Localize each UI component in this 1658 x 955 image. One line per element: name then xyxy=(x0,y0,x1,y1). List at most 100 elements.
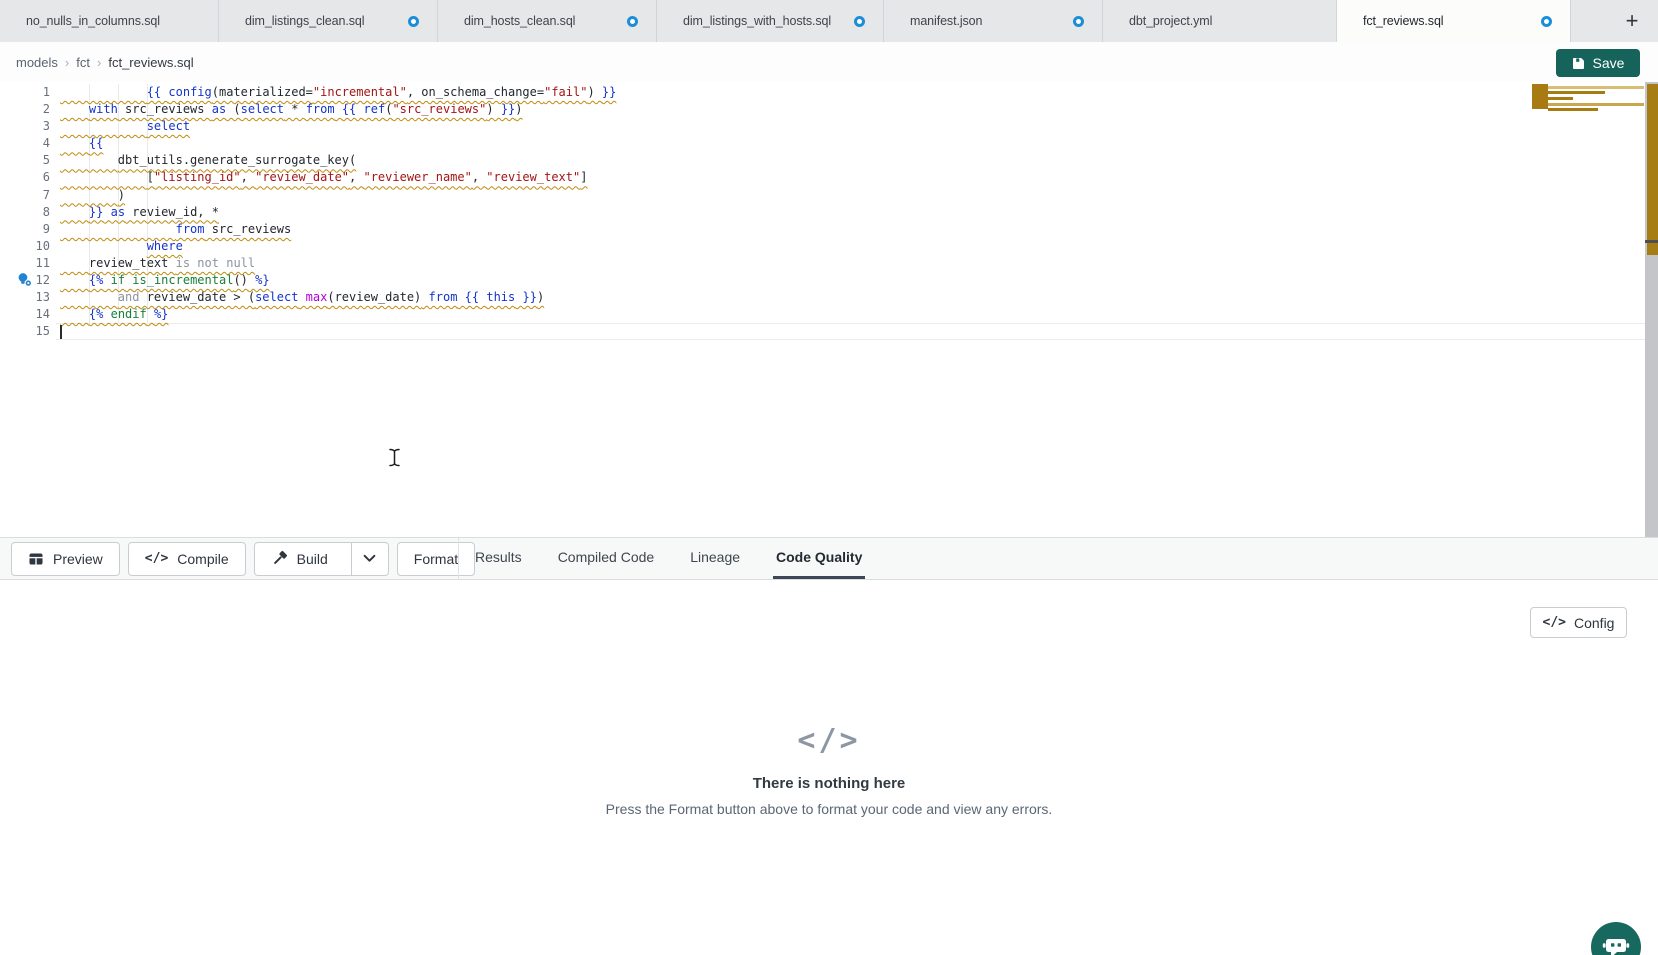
breadcrumb: models › fct › fct_reviews.sql xyxy=(16,55,194,70)
config-label: Config xyxy=(1574,615,1614,631)
code-line-15[interactable] xyxy=(60,323,1578,340)
line-number-gutter: 123456789101112131415 xyxy=(0,84,50,340)
code-line-13[interactable]: and review_date > (select max(review_dat… xyxy=(60,289,1578,306)
results-panel: </> Config </> There is nothing here Pre… xyxy=(0,580,1658,955)
compile-button[interactable]: </> Compile xyxy=(128,542,246,576)
code-line-12[interactable]: {% if is_incremental() %} xyxy=(60,272,1578,289)
tab-no_nulls_in_columns.sql[interactable]: no_nulls_in_columns.sql xyxy=(0,0,219,42)
line-number: 10 xyxy=(0,238,50,255)
new-tab-button[interactable]: + xyxy=(1606,0,1658,42)
tab-lineage[interactable]: Lineage xyxy=(687,538,743,579)
tab-results[interactable]: Results xyxy=(472,538,525,579)
breadcrumb-item[interactable]: models xyxy=(16,55,58,70)
toolbar-divider xyxy=(458,538,459,579)
tab-filename: dbt_project.yml xyxy=(1129,14,1212,28)
tab-dim_listings_with_hosts.sql[interactable]: dim_listings_with_hosts.sql xyxy=(657,0,884,42)
panel-tabs: Results Compiled Code Lineage Code Quality xyxy=(472,538,865,579)
tab-compiled-code[interactable]: Compiled Code xyxy=(555,538,658,579)
empty-state-subtitle: Press the Format button above to format … xyxy=(606,801,1053,817)
code-line-6[interactable]: ["listing_id", "review_date", "reviewer_… xyxy=(60,169,1578,186)
scrollbar-handle-edge xyxy=(1645,240,1658,243)
build-button[interactable]: Build xyxy=(255,543,342,575)
button-label: Compile xyxy=(177,551,228,567)
code-line-text: {% endif %} xyxy=(60,307,168,321)
tab-manifest.json[interactable]: manifest.json xyxy=(884,0,1103,42)
tab-filename: no_nulls_in_columns.sql xyxy=(26,14,160,28)
code-line-text: ) xyxy=(60,188,125,202)
code-line-text: {{ xyxy=(60,136,103,150)
code-content[interactable]: {{ config(materialized="incremental", on… xyxy=(60,84,1578,340)
code-icon: </> xyxy=(145,551,168,566)
code-line-2[interactable]: with src_reviews as (select * from {{ re… xyxy=(60,101,1578,118)
code-line-5[interactable]: dbt_utils.generate_surrogate_key( xyxy=(60,152,1578,169)
tab-filename: fct_reviews.sql xyxy=(1363,14,1443,28)
tab-dbt_project.yml[interactable]: dbt_project.yml xyxy=(1103,0,1337,42)
save-label: Save xyxy=(1593,55,1625,71)
line-number: 7 xyxy=(0,187,50,204)
line-number: 1 xyxy=(0,84,50,101)
robot-icon xyxy=(1602,934,1630,955)
line-number: 8 xyxy=(0,204,50,221)
code-line-text: ["listing_id", "review_date", "reviewer_… xyxy=(60,170,587,184)
code-line-text: {{ config(materialized="incremental", on… xyxy=(60,85,616,99)
unsaved-changes-dot-icon xyxy=(854,16,865,27)
line-number: 11 xyxy=(0,255,50,272)
hammer-icon xyxy=(271,550,288,567)
breadcrumb-separator-icon: › xyxy=(65,55,69,70)
line-number: 15 xyxy=(0,323,50,340)
code-icon: </> xyxy=(1543,615,1566,630)
table-icon xyxy=(28,551,44,567)
line-number: 14 xyxy=(0,306,50,323)
unsaved-changes-dot-icon xyxy=(627,16,638,27)
build-dropdown-button[interactable] xyxy=(351,543,388,575)
text-cursor xyxy=(60,325,62,339)
tab-code-quality[interactable]: Code Quality xyxy=(773,538,865,579)
preview-button[interactable]: Preview xyxy=(11,542,120,576)
code-line-7[interactable]: ) xyxy=(60,187,1578,204)
code-line-10[interactable]: where xyxy=(60,238,1578,255)
code-line-text: }} as review_id, * xyxy=(60,205,219,219)
tab-fct_reviews.sql[interactable]: fct_reviews.sql xyxy=(1337,0,1571,42)
code-line-8[interactable]: }} as review_id, * xyxy=(60,204,1578,221)
line-number: 2 xyxy=(0,101,50,118)
code-line-text: from src_reviews xyxy=(60,222,291,236)
line-number: 3 xyxy=(0,118,50,135)
code-editor[interactable]: 123456789101112131415 {{ config(material… xyxy=(0,82,1658,537)
unsaved-changes-dot-icon xyxy=(1073,16,1084,27)
tab-filename: manifest.json xyxy=(910,14,982,28)
code-line-text: with src_reviews as (select * from {{ re… xyxy=(60,102,523,116)
code-line-text: dbt_utils.generate_surrogate_key( xyxy=(60,153,356,167)
unsaved-changes-dot-icon xyxy=(1541,16,1552,27)
empty-state: </> There is nothing here Press the Form… xyxy=(0,724,1658,817)
tab-filename: dim_hosts_clean.sql xyxy=(464,14,575,28)
format-button[interactable]: Format xyxy=(397,542,475,576)
toolbar-buttons: Preview </> Compile Build Format xyxy=(11,538,475,579)
code-line-11[interactable]: review_text is not null xyxy=(60,255,1578,272)
code-line-14[interactable]: {% endif %} xyxy=(60,306,1578,323)
breadcrumb-item[interactable]: fct xyxy=(76,55,90,70)
line-number: 6 xyxy=(0,169,50,186)
lightbulb-autofix-icon[interactable] xyxy=(17,272,33,288)
save-button[interactable]: Save xyxy=(1556,49,1640,77)
button-label: Format xyxy=(414,551,458,567)
tab-dim_hosts_clean.sql[interactable]: dim_hosts_clean.sql xyxy=(438,0,657,42)
line-number: 4 xyxy=(0,135,50,152)
minimap[interactable] xyxy=(1530,84,1646,112)
tab-bar: no_nulls_in_columns.sql dim_listings_clea… xyxy=(0,0,1658,42)
editor-scrollbar[interactable] xyxy=(1645,82,1658,537)
breadcrumb-separator-icon: › xyxy=(97,55,101,70)
chevron-down-icon xyxy=(363,554,376,563)
code-line-3[interactable]: select xyxy=(60,118,1578,135)
scrollbar-warning-marks xyxy=(1647,84,1658,255)
code-line-1[interactable]: {{ config(materialized="incremental", on… xyxy=(60,84,1578,101)
tab-filename: dim_listings_with_hosts.sql xyxy=(683,14,831,28)
config-button[interactable]: </> Config xyxy=(1530,607,1627,638)
code-line-9[interactable]: from src_reviews xyxy=(60,221,1578,238)
code-line-4[interactable]: {{ xyxy=(60,135,1578,152)
build-button: Build xyxy=(254,542,389,576)
code-line-text: and review_date > (select max(review_dat… xyxy=(60,290,544,304)
empty-state-title: There is nothing here xyxy=(753,775,906,792)
breadcrumb-item[interactable]: fct_reviews.sql xyxy=(108,55,193,70)
tab-dim_listings_clean.sql[interactable]: dim_listings_clean.sql xyxy=(219,0,438,42)
code-line-text: select xyxy=(60,119,190,133)
